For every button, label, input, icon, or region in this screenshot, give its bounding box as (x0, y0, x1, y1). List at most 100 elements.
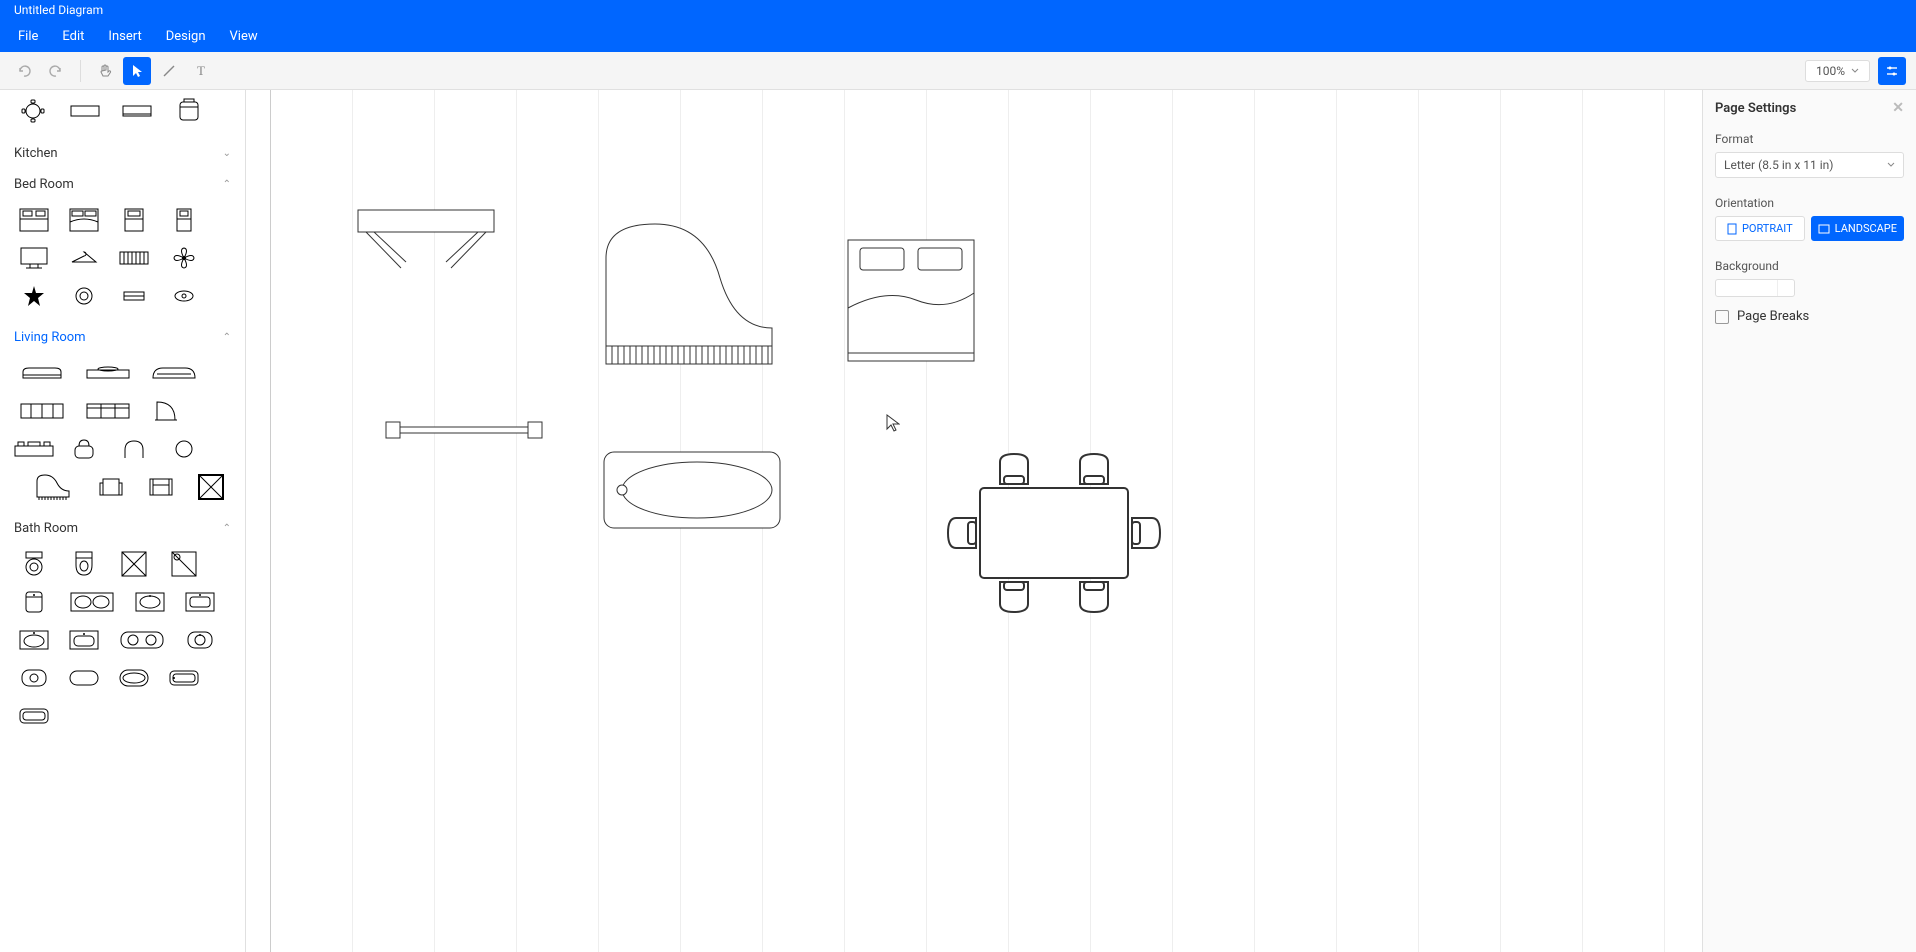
shape-toilet-2[interactable] (64, 550, 104, 578)
category-livingroom-label: Living Room (14, 330, 86, 345)
undo-icon (16, 63, 32, 79)
shape-sofa-3[interactable] (146, 359, 202, 387)
category-bathroom[interactable]: Bath Room ⌃ (0, 513, 245, 544)
shape-appliance[interactable] (170, 96, 208, 126)
shape-cabinet-2[interactable] (80, 397, 136, 425)
shape-handbag[interactable] (64, 435, 104, 463)
canvas-shape-piano[interactable] (600, 218, 780, 368)
category-bedroom[interactable]: Bed Room ⌃ (0, 169, 245, 200)
chevron-down-icon: ⌄ (223, 148, 231, 159)
shape-tv[interactable] (14, 244, 54, 272)
shape-arch[interactable] (114, 435, 154, 463)
page-breaks-checkbox[interactable] (1715, 310, 1729, 324)
toolbar-separator (80, 60, 81, 82)
shape-desk[interactable] (66, 96, 104, 126)
menu-insert[interactable]: Insert (96, 29, 153, 44)
canvas-shape-dining-table[interactable] (944, 448, 1164, 618)
shape-scroll[interactable]: Kitchen ⌄ Bed Room ⌃ (0, 90, 245, 952)
category-bathroom-label: Bath Room (14, 521, 78, 536)
canvas-shape-barbell[interactable] (384, 418, 544, 442)
shape-circle[interactable] (164, 435, 204, 463)
shape-basin-double[interactable] (114, 626, 170, 654)
category-livingroom[interactable]: Living Room ⌃ (0, 322, 245, 353)
bedroom-shapes (0, 200, 245, 322)
bathroom-shapes (0, 544, 245, 742)
close-icon[interactable]: ✕ (1892, 100, 1904, 116)
portrait-icon (1727, 223, 1737, 235)
category-bedroom-label: Bed Room (14, 177, 74, 192)
format-select[interactable]: Letter (8.5 in x 11 in) (1715, 152, 1904, 178)
shape-sink-2[interactable] (180, 588, 220, 616)
toolbar-left: T (10, 57, 215, 85)
landscape-button[interactable]: LANDSCAPE (1811, 216, 1904, 241)
toolbar-right: 100% (1805, 57, 1906, 85)
page-breaks-row[interactable]: Page Breaks (1715, 309, 1904, 324)
shape-door[interactable] (146, 397, 186, 425)
shape-sink-1[interactable] (130, 588, 170, 616)
menu-view[interactable]: View (218, 29, 270, 44)
shape-cabinet-1[interactable] (14, 397, 70, 425)
pan-tool[interactable] (91, 57, 119, 85)
shape-radiator[interactable] (114, 244, 154, 272)
shape-phone[interactable] (14, 435, 54, 463)
panel-title: Page Settings (1715, 101, 1796, 116)
line-icon (161, 63, 177, 79)
shape-armchair-2[interactable] (141, 473, 181, 501)
shape-bed-double-2[interactable] (64, 206, 104, 234)
page-settings-panel: Page Settings ✕ Format Letter (8.5 in x … (1702, 90, 1916, 952)
shape-row-top (0, 90, 245, 138)
canvas[interactable] (246, 90, 1702, 952)
shape-star[interactable] (14, 282, 54, 310)
shape-round-table[interactable] (14, 96, 52, 126)
shape-bed-single[interactable] (114, 206, 154, 234)
select-tool[interactable] (123, 57, 151, 85)
shape-tub-4[interactable] (14, 702, 54, 730)
zoom-select[interactable]: 100% (1805, 60, 1870, 82)
line-tool[interactable] (155, 57, 183, 85)
shape-sink-small[interactable] (14, 588, 54, 616)
canvas-shape-ironing-board[interactable] (356, 208, 496, 278)
shape-lamp[interactable] (64, 282, 104, 310)
shape-basin-2[interactable] (14, 664, 54, 692)
shape-sink-4[interactable] (64, 626, 104, 654)
shape-tub-2[interactable] (114, 664, 154, 692)
category-kitchen[interactable]: Kitchen ⌄ (0, 138, 245, 169)
shape-shower-1[interactable] (114, 550, 154, 578)
shape-window[interactable] (191, 473, 231, 501)
panel-toggle-button[interactable] (1878, 57, 1906, 85)
canvas-shape-bed[interactable] (846, 238, 976, 363)
shape-toilet-1[interactable] (14, 550, 54, 578)
shape-platform[interactable] (118, 96, 156, 126)
canvas-shape-bathtub[interactable] (602, 450, 782, 530)
shape-sofa-2[interactable] (80, 359, 136, 387)
shape-fan[interactable] (164, 244, 204, 272)
shape-shower-2[interactable] (164, 550, 204, 578)
shape-bed-single-narrow[interactable] (164, 206, 204, 234)
shape-tub-1[interactable] (64, 664, 104, 692)
main-area: Kitchen ⌄ Bed Room ⌃ (0, 90, 1916, 952)
text-tool[interactable]: T (187, 57, 215, 85)
shape-sink-double[interactable] (64, 588, 120, 616)
portrait-button[interactable]: PORTRAIT (1715, 216, 1805, 241)
shape-armchair-1[interactable] (91, 473, 131, 501)
background-color-picker[interactable] (1715, 279, 1795, 297)
shape-basin-1[interactable] (180, 626, 220, 654)
shape-bed-double[interactable] (14, 206, 54, 234)
redo-button[interactable] (42, 57, 70, 85)
shape-sink-3[interactable] (14, 626, 54, 654)
format-value: Letter (8.5 in x 11 in) (1724, 158, 1833, 172)
menu-edit[interactable]: Edit (50, 29, 96, 44)
menu-file[interactable]: File (6, 29, 50, 44)
shape-drawer[interactable] (114, 282, 154, 310)
menu-bar: File Edit Insert Design View (0, 20, 1916, 52)
shape-eye[interactable] (164, 282, 204, 310)
shape-piano[interactable] (25, 473, 81, 501)
shape-tub-3[interactable] (164, 664, 204, 692)
app-root: Untitled Diagram File Edit Insert Design… (0, 0, 1916, 952)
shape-sofa-1[interactable] (14, 359, 70, 387)
shape-hanger[interactable] (64, 244, 104, 272)
orientation-section: Orientation PORTRAIT LANDSCAPE (1703, 190, 1916, 253)
text-icon: T (193, 63, 209, 79)
undo-button[interactable] (10, 57, 38, 85)
menu-design[interactable]: Design (154, 29, 218, 44)
